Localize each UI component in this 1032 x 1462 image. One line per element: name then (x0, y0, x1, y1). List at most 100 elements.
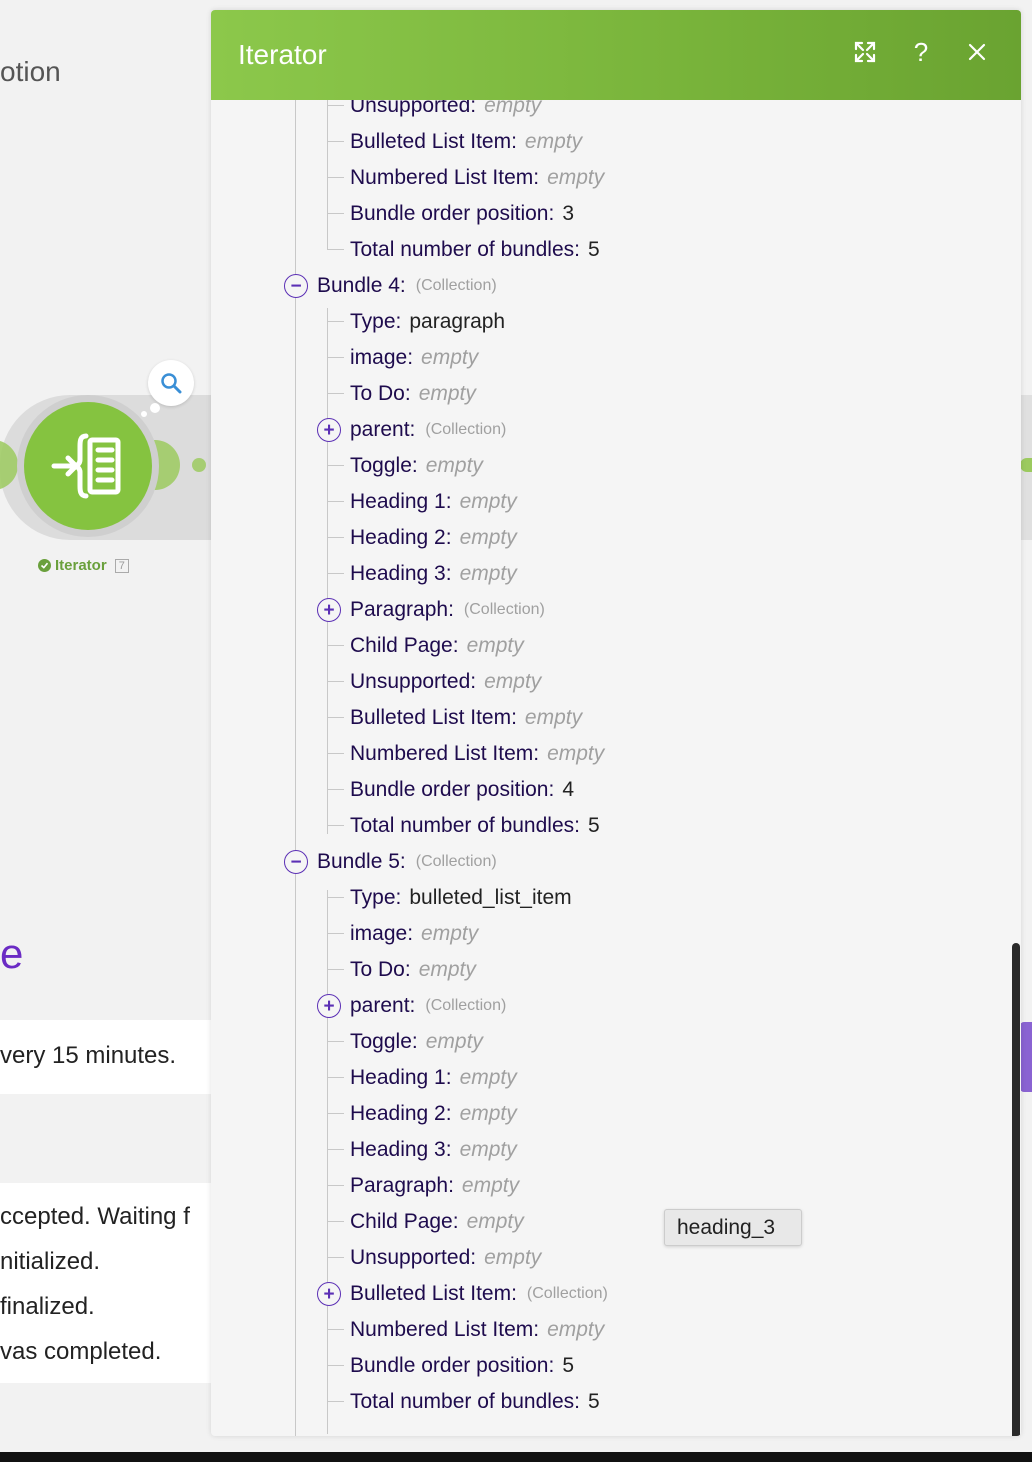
field-value: empty (418, 958, 476, 981)
close-button[interactable] (963, 38, 991, 66)
scrollbar[interactable] (1012, 943, 1020, 1436)
iterator-dialog: Iterator ? Unsupported: empty Bulleted L… (211, 10, 1021, 1436)
connector-dot[interactable] (192, 458, 206, 472)
field-value: empty (461, 1174, 520, 1197)
tree-branch (328, 1257, 344, 1258)
module-label: Iterator 7 (38, 557, 129, 574)
dialog-body[interactable]: Unsupported: empty Bulleted List Item: empt… (211, 100, 1021, 1436)
tree-branch (328, 393, 344, 394)
tree-guide-line (295, 100, 296, 288)
field-value[interactable]: 5 (588, 238, 600, 262)
field-row: Total number of bundles: 5 (328, 808, 600, 844)
field-value: (Collection) (415, 277, 497, 294)
field-row: Child Page: empty (328, 628, 524, 664)
field-row: Total number of bundles: 5 (328, 1384, 600, 1420)
field-value: empty (425, 454, 483, 477)
field-key: Bulleted List Item: (350, 130, 517, 153)
field-key: To Do: (350, 958, 411, 981)
field-value: empty (459, 490, 517, 513)
field-key: Heading 1: (350, 1066, 452, 1089)
field-key: Bundle 5: (317, 850, 406, 873)
tree-branch (328, 969, 344, 970)
field-row: Toggle: empty (328, 448, 483, 484)
field-row: Heading 1: empty (328, 484, 517, 520)
field-row[interactable]: + parent: (Collection) (317, 988, 506, 1024)
field-key: Unsupported: (350, 100, 477, 117)
field-key: Heading 1: (350, 490, 452, 513)
tree-branch (328, 465, 344, 466)
collapse-icon[interactable]: − (284, 274, 308, 298)
field-key: Numbered List Item: (350, 1318, 540, 1341)
collapse-icon[interactable]: − (284, 850, 308, 874)
field-value[interactable]: 5 (588, 1390, 600, 1414)
dialog-header: Iterator ? (211, 10, 1021, 100)
bundle-row[interactable]: − Bundle 4: (Collection) (284, 268, 497, 304)
field-row[interactable]: + parent: (Collection) (317, 412, 507, 448)
field-value[interactable]: 5 (562, 1354, 574, 1378)
field-row: Bulleted List Item: empty (328, 700, 582, 736)
field-value: empty (459, 1138, 517, 1161)
field-key: Total number of bundles: (350, 1390, 580, 1413)
right-connector[interactable] (1020, 458, 1032, 472)
field-key: Bundle order position: (350, 1354, 555, 1377)
tree-branch (328, 141, 344, 142)
field-key: Heading 2: (350, 526, 452, 549)
field-key: Paragraph: (350, 1174, 454, 1197)
field-value[interactable]: 5 (588, 814, 600, 838)
tree-guide-line (295, 292, 296, 868)
expand-icon[interactable]: + (317, 598, 341, 622)
field-row: Paragraph: empty (328, 1168, 520, 1204)
module-name: Iterator (55, 557, 107, 574)
field-row: Bulleted List Item: empty (328, 124, 583, 160)
field-row: To Do: empty (328, 952, 476, 988)
field-value[interactable]: 4 (562, 778, 574, 802)
field-key: Numbered List Item: (350, 166, 540, 189)
tree-branch (328, 1329, 344, 1330)
field-value: empty (484, 1246, 542, 1269)
field-row: Type: bulleted_list_item (328, 880, 572, 916)
tree-branch (328, 213, 344, 214)
field-row: Total number of bundles: 5 (328, 232, 600, 268)
tree-branch (328, 1221, 344, 1222)
field-value: (Collection) (463, 601, 545, 618)
scenario-title: otion (0, 56, 61, 87)
field-key: Paragraph: (350, 598, 454, 621)
field-row: Numbered List Item: empty (328, 736, 604, 772)
inspect-search-button[interactable] (148, 360, 194, 406)
field-value[interactable]: 3 (562, 202, 574, 226)
bundle-row[interactable]: − Bundle 5: (Collection) (284, 844, 497, 880)
iterator-module[interactable] (24, 402, 152, 530)
field-key: Total number of bundles: (350, 814, 580, 837)
field-row[interactable]: + Bulleted List Item: (Collection) (317, 1276, 608, 1312)
expand-icon[interactable]: + (317, 418, 341, 442)
tree-guide-line (295, 874, 296, 1436)
expand-icon (854, 41, 876, 63)
field-value: empty (484, 670, 542, 693)
expand-icon[interactable]: + (317, 994, 341, 1018)
field-row: Heading 3: empty (328, 556, 517, 592)
right-edge-tab[interactable] (1020, 1022, 1032, 1092)
expand-icon[interactable]: + (317, 1282, 341, 1306)
field-value: empty (547, 166, 605, 189)
field-value: empty (459, 562, 517, 585)
help-icon: ? (913, 36, 929, 67)
field-key: Bundle order position: (350, 202, 555, 225)
field-row[interactable]: + Paragraph: (Collection) (317, 592, 545, 628)
execution-log: ccepted. Waiting f nitialized. finalized… (0, 1183, 215, 1383)
tree-branch (328, 681, 344, 682)
tree-branch (328, 1401, 344, 1402)
field-value: empty (466, 634, 524, 657)
field-value[interactable]: paragraph (409, 310, 505, 334)
field-value[interactable]: bulleted_list_item (409, 886, 571, 910)
field-row: Numbered List Item: empty (328, 160, 605, 196)
field-row: To Do: empty (328, 376, 476, 412)
field-key: Bundle order position: (350, 778, 555, 801)
field-key: Type: (350, 886, 402, 909)
field-value: empty (524, 130, 583, 153)
expand-button[interactable] (851, 38, 879, 66)
field-value: (Collection) (425, 421, 507, 438)
help-button[interactable]: ? (907, 36, 935, 67)
field-key: Heading 3: (350, 1138, 452, 1161)
tree-branch (328, 717, 344, 718)
field-value: empty (459, 1066, 517, 1089)
